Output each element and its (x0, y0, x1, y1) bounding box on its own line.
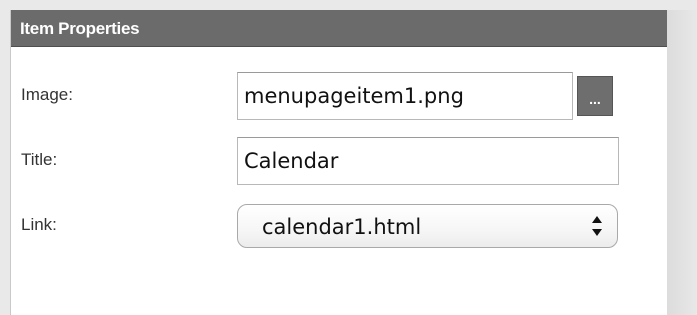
panel-header: Item Properties (11, 10, 667, 47)
link-label: Link: (21, 215, 57, 234)
panel-title: Item Properties (20, 19, 140, 38)
image-label: Image: (21, 85, 73, 104)
item-properties-panel: Item Properties Image: menupageitem1.png… (10, 10, 667, 315)
title-field[interactable]: Calendar (237, 137, 619, 185)
link-select[interactable]: calendar1.html (237, 204, 618, 248)
browse-image-button[interactable]: ... (577, 76, 613, 116)
up-down-arrows-icon (592, 216, 602, 236)
title-label: Title: (21, 150, 58, 169)
image-field[interactable]: menupageitem1.png (237, 72, 573, 120)
link-select-value: calendar1.html (262, 215, 422, 239)
side-background (667, 10, 697, 315)
